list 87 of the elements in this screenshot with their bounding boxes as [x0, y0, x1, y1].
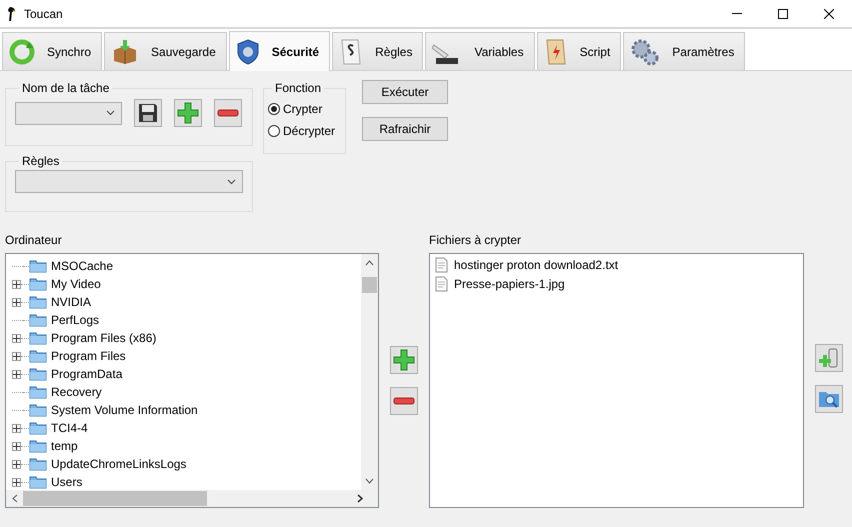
sync-arrows-icon [9, 38, 35, 64]
file-item[interactable]: Presse-papiers-1.jpg [430, 274, 803, 293]
folder-search-icon [818, 389, 840, 409]
radio-option[interactable]: Décrypter [268, 120, 341, 142]
minus-icon [217, 109, 239, 117]
minimize-icon [732, 13, 742, 14]
folder-icon [29, 385, 47, 399]
scroll-thumb[interactable] [23, 491, 207, 506]
add-file-button[interactable] [815, 344, 843, 372]
panel-label: Ordinateur [5, 233, 63, 249]
horizontal-scrollbar[interactable] [6, 490, 378, 507]
folder-icon [29, 295, 47, 309]
tab[interactable]: Variables [425, 32, 535, 70]
expand-icon[interactable] [12, 460, 21, 468]
file-item[interactable]: hostinger proton download2.txt [430, 255, 803, 274]
folder-icon [29, 475, 47, 489]
tab[interactable]: Sécurité [228, 31, 330, 71]
close-icon [824, 8, 834, 18]
tab[interactable]: Sauvegarde [104, 32, 227, 70]
tree-item[interactable]: Recovery [12, 383, 361, 401]
action-button[interactable]: Exécuter [362, 80, 448, 104]
scroll-thumb[interactable] [362, 277, 377, 293]
tree-item[interactable]: Program Files [12, 347, 361, 365]
expand-icon[interactable] [12, 352, 21, 360]
tree-item[interactable]: My Video [12, 275, 361, 293]
caret-icon [106, 110, 115, 116]
expand-icon[interactable] [12, 370, 21, 378]
tree-item[interactable]: NVIDIA [12, 293, 361, 311]
folder-icon [29, 421, 47, 435]
file-icon [435, 256, 448, 272]
tree-item[interactable]: TCI4-4 [12, 419, 361, 437]
remove-button[interactable] [390, 387, 418, 415]
folder-icon [29, 457, 47, 471]
scroll-icon [544, 38, 568, 66]
expand-icon[interactable] [12, 478, 21, 486]
tab[interactable]: Script [536, 32, 622, 70]
plus-file-icon [819, 347, 839, 369]
expand-icon[interactable] [12, 442, 21, 450]
tab[interactable]: Paramètres [623, 32, 746, 70]
radio-circle[interactable] [268, 103, 280, 115]
tree-item[interactable]: temp [12, 437, 361, 455]
browse-folder-button[interactable] [815, 385, 843, 413]
folder-icon [29, 349, 47, 363]
document-icon [339, 38, 364, 66]
tree-item[interactable]: MSOCache [12, 257, 361, 275]
expand-icon[interactable] [12, 280, 21, 288]
action-button[interactable]: Rafraichir [362, 117, 448, 141]
folder-icon [29, 259, 47, 273]
group-title: Nom de la tâche [21, 81, 110, 95]
add-button[interactable] [390, 346, 418, 374]
tab[interactable]: Règles [332, 32, 424, 70]
bird-icon [6, 6, 16, 22]
folder-icon [29, 277, 47, 291]
expand-icon[interactable] [12, 298, 21, 306]
add-button[interactable] [174, 99, 202, 127]
tab[interactable]: Synchro [2, 32, 102, 70]
tree-item[interactable]: Users [12, 473, 361, 491]
group-title: Règles [21, 154, 60, 168]
folder-icon [29, 439, 47, 453]
tree-item[interactable]: PerfLogs [12, 311, 361, 329]
folder-icon [29, 331, 47, 345]
file-icon [435, 276, 448, 292]
plus-icon [393, 349, 415, 371]
vertical-scrollbar[interactable] [361, 254, 378, 490]
gears-icon [630, 38, 660, 66]
maximize-icon [778, 8, 788, 18]
window-title: Toucan [24, 6, 64, 20]
minus-icon [393, 397, 415, 405]
floppy-icon [138, 103, 158, 123]
shield-icon [236, 38, 260, 64]
radio-option[interactable]: Crypter [268, 98, 341, 120]
folder-icon [29, 403, 47, 417]
folder-icon [29, 367, 47, 381]
tree-item[interactable]: Program Files (x86) [12, 329, 361, 347]
radio-circle[interactable] [268, 125, 280, 137]
group-title: Fonction [274, 81, 322, 95]
save-button[interactable] [134, 99, 162, 127]
plus-icon [177, 102, 199, 124]
tree-item[interactable]: ProgramData [12, 365, 361, 383]
remove-button[interactable] [214, 99, 242, 127]
caret-icon [227, 178, 236, 184]
tree-item[interactable]: UpdateChromeLinksLogs [12, 455, 361, 473]
tree-item[interactable]: System Volume Information [12, 401, 361, 419]
expand-icon[interactable] [12, 334, 21, 342]
folder-icon [29, 313, 47, 327]
panel-label: Fichiers à crypter [429, 233, 522, 249]
expand-icon[interactable] [12, 424, 21, 432]
